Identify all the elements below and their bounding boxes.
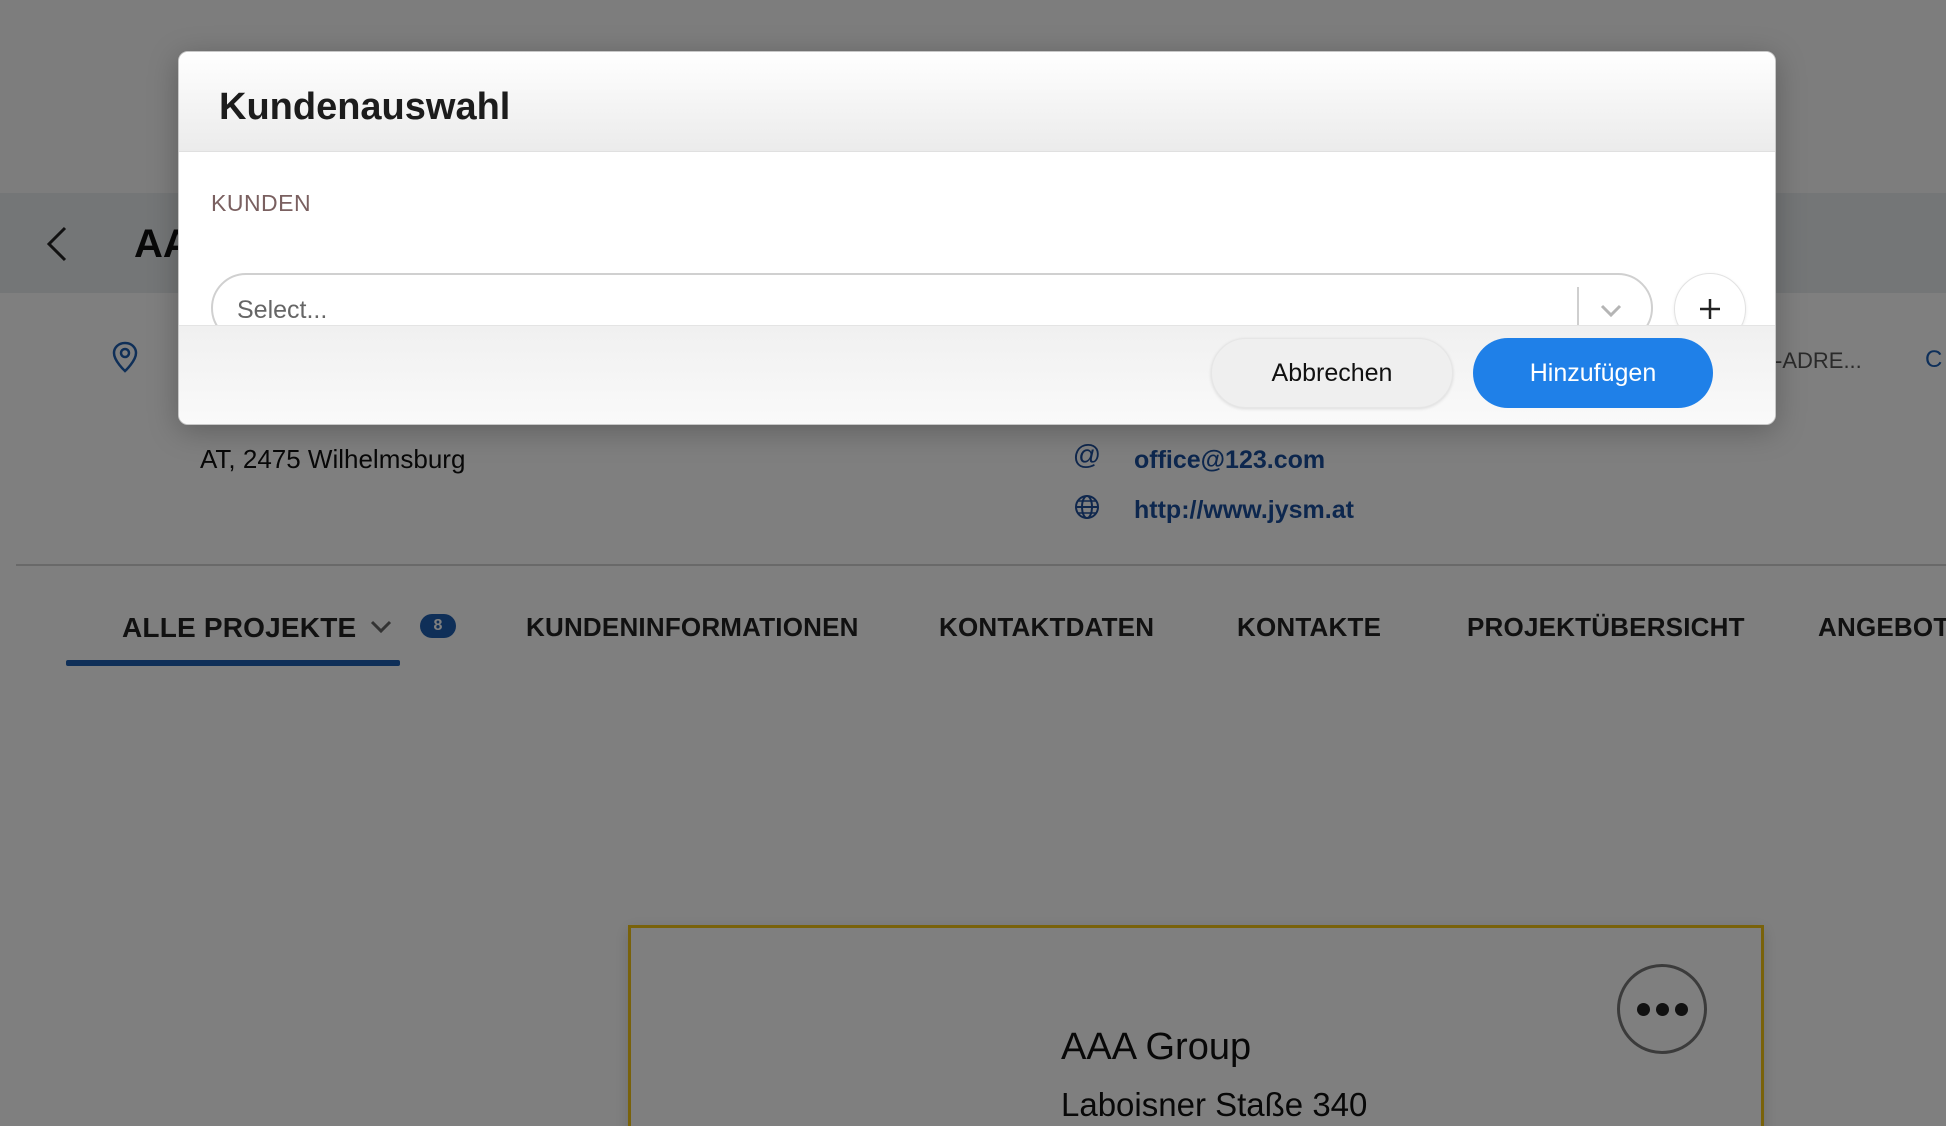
- customer-select-dialog: Kundenauswahl KUNDEN Select... Abbrechen…: [178, 51, 1776, 425]
- dialog-body: KUNDEN Select...: [179, 152, 1775, 345]
- cancel-button[interactable]: Abbrechen: [1211, 338, 1453, 408]
- select-placeholder: Select...: [237, 296, 328, 324]
- dialog-footer: Abbrechen Hinzufügen: [179, 325, 1775, 424]
- dialog-title: Kundenauswahl: [219, 86, 511, 128]
- plus-icon: [1700, 299, 1720, 319]
- customer-field-label: KUNDEN: [211, 190, 312, 216]
- dialog-header: Kundenauswahl: [179, 52, 1775, 152]
- add-button[interactable]: Hinzufügen: [1473, 338, 1713, 408]
- chevron-down-icon[interactable]: [1595, 294, 1627, 326]
